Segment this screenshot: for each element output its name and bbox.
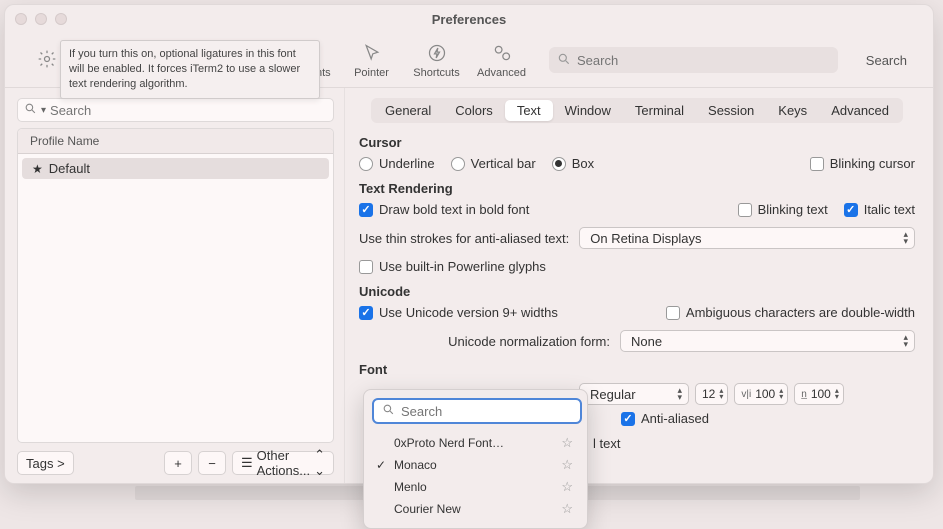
powerline-row: Use built-in Powerline glyphs — [359, 259, 915, 274]
font-option[interactable]: Courier New☆ — [370, 498, 581, 520]
powerline-check[interactable]: Use built-in Powerline glyphs — [359, 259, 546, 274]
titlebar: Preferences — [5, 5, 933, 33]
unicode-row1: Use Unicode version 9+ widths Ambiguous … — [359, 305, 915, 320]
profile-row-name: Default — [49, 161, 90, 176]
blinking-text-check[interactable]: Blinking text — [738, 202, 828, 217]
horizontal-spacing-icon: v|i — [741, 389, 751, 400]
font-size-stepper[interactable]: 12 ▴▾ — [695, 383, 728, 405]
window-title: Preferences — [5, 12, 933, 27]
vertical-spacing-icon: n̲ — [801, 389, 807, 400]
italic-check[interactable]: Italic text — [844, 202, 915, 217]
chevron-updown-icon: ▴▾ — [903, 231, 908, 245]
font-option[interactable]: Menlo☆ — [370, 476, 581, 498]
tab-general[interactable]: General — [373, 100, 443, 121]
ligatures-tooltip: If you turn this on, optional ligatures … — [60, 40, 320, 99]
font-list: 0xProto Nerd Font…☆ ✓Monaco☆ Menlo☆ Cour… — [364, 432, 587, 520]
profiles-search[interactable]: ▾ — [17, 98, 334, 122]
tab-text[interactable]: Text — [505, 100, 553, 121]
toolbar-search[interactable] — [549, 47, 838, 73]
font-option[interactable]: 0xProto Nerd Font…☆ — [370, 432, 581, 454]
stepper-arrows-icon[interactable]: ▴▾ — [835, 388, 839, 400]
thin-strokes-label: Use thin strokes for anti-aliased text: — [359, 231, 569, 246]
profiles-footer: Tags > + − ☰ Other Actions... ⌃⌄ — [17, 451, 334, 475]
ambiguous-check[interactable]: Ambiguous characters are double-width — [666, 305, 915, 320]
font-option[interactable]: ✓Monaco☆ — [370, 454, 581, 476]
chevron-down-icon[interactable]: ▾ — [41, 105, 46, 116]
bolt-icon — [425, 41, 449, 65]
cursor-vertical-radio[interactable]: Vertical bar — [451, 156, 536, 171]
cursor-row: Underline Vertical bar Box Blinking curs… — [359, 156, 915, 171]
char-width-stepper[interactable]: v|i 100 ▴▾ — [734, 383, 788, 405]
remove-profile-button[interactable]: − — [198, 451, 226, 475]
tab-colors[interactable]: Colors — [443, 100, 505, 121]
star-icon: ★ — [32, 162, 43, 176]
tab-terminal[interactable]: Terminal — [623, 100, 696, 121]
textrender-title: Text Rendering — [359, 181, 915, 196]
unicode-norm-label: Unicode normalization form: — [448, 334, 610, 349]
tab-window[interactable]: Window — [553, 100, 623, 121]
profiles-body: ★ Default — [18, 154, 333, 442]
thin-strokes-select[interactable]: On Retina Displays ▴▾ — [579, 227, 915, 249]
star-outline-icon[interactable]: ☆ — [561, 479, 573, 495]
unicode9-check[interactable]: Use Unicode version 9+ widths — [359, 305, 558, 320]
profiles-header[interactable]: Profile Name — [18, 129, 333, 154]
search-icon — [382, 403, 395, 419]
cursor-box-radio[interactable]: Box — [552, 156, 594, 171]
search-icon — [24, 102, 37, 118]
antialiased-check[interactable]: Anti-aliased — [621, 411, 709, 426]
settings-tabs: General Colors Text Window Terminal Sess… — [371, 98, 903, 123]
menu-icon: ☰ — [241, 455, 253, 471]
tab-advanced[interactable]: Advanced — [819, 100, 901, 121]
tab-keys[interactable]: Keys — [766, 100, 819, 121]
check-icon: ✓ — [376, 458, 386, 472]
unicode-norm-select[interactable]: None ▴▾ — [620, 330, 915, 352]
unicode-title: Unicode — [359, 284, 915, 299]
toolbar-search-label: Search — [866, 53, 907, 68]
stepper-arrows-icon[interactable]: ▴▾ — [779, 388, 783, 400]
font-title: Font — [359, 362, 915, 377]
star-outline-icon[interactable]: ☆ — [561, 501, 573, 517]
bold-check[interactable]: Draw bold text in bold font — [359, 202, 529, 217]
chevron-updown-icon: ▴▾ — [903, 334, 908, 348]
font-search[interactable] — [372, 398, 582, 424]
toolbar-item-shortcuts[interactable]: Shortcuts — [409, 41, 464, 79]
thin-strokes-row: Use thin strokes for anti-aliased text: … — [359, 227, 915, 249]
profile-row[interactable]: ★ Default — [22, 158, 329, 179]
font-search-input[interactable] — [401, 404, 577, 419]
toolbar-item-pointer[interactable]: Pointer — [344, 41, 399, 79]
star-outline-icon[interactable]: ☆ — [561, 435, 573, 451]
tab-session[interactable]: Session — [696, 100, 766, 121]
toolbar-item-advanced[interactable]: Advanced — [474, 41, 529, 79]
unicode-norm-row: Unicode normalization form: None ▴▾ — [359, 330, 915, 352]
search-icon — [557, 52, 571, 69]
textrender-row1: Draw bold text in bold font Blinking tex… — [359, 202, 915, 217]
tags-button[interactable]: Tags > — [17, 451, 74, 475]
blinking-cursor-check[interactable]: Blinking cursor — [810, 156, 915, 171]
profiles-table: Profile Name ★ Default — [17, 128, 334, 443]
cursor-underline-radio[interactable]: Underline — [359, 156, 435, 171]
chevron-updown-icon: ▴▾ — [677, 387, 682, 401]
cursor-title: Cursor — [359, 135, 915, 150]
stepper-arrows-icon[interactable]: ▴▾ — [719, 388, 723, 400]
chevron-updown-icon: ⌃⌄ — [314, 447, 325, 479]
profiles-search-input[interactable] — [50, 103, 327, 118]
profiles-sidebar: ▾ Profile Name ★ Default Tags > + − ☰ — [5, 88, 345, 483]
star-outline-icon[interactable]: ☆ — [561, 457, 573, 473]
font-weight-select[interactable]: Regular ▴▾ — [579, 383, 689, 405]
pointer-icon — [360, 41, 384, 65]
other-actions-select[interactable]: ☰ Other Actions... ⌃⌄ — [232, 451, 334, 475]
toolbar-search-input[interactable] — [577, 53, 830, 68]
line-height-stepper[interactable]: n̲ 100 ▴▾ — [794, 383, 844, 405]
add-profile-button[interactable]: + — [164, 451, 192, 475]
font-picker-popup: 0xProto Nerd Font…☆ ✓Monaco☆ Menlo☆ Cour… — [363, 389, 588, 529]
gear-icon — [35, 47, 59, 71]
truncated-text: l text — [593, 436, 620, 451]
gears-icon — [490, 41, 514, 65]
